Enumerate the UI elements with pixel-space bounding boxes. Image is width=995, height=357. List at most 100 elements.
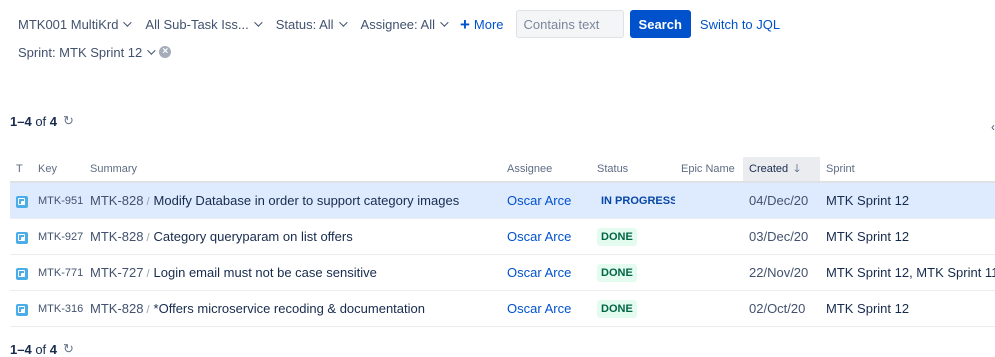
issue-key[interactable]: MTK-927 (32, 218, 84, 255)
issue-key[interactable]: MTK-951 (32, 182, 84, 219)
separator: / (146, 304, 150, 316)
summary-cell: MTK-828/ Category queryparam on list offe… (84, 218, 501, 255)
result-of: of (35, 113, 47, 129)
status-badge: DONE (597, 299, 637, 318)
search-input[interactable] (515, 10, 624, 38)
status-filter[interactable]: Status: All (268, 10, 353, 38)
plus-icon: + (459, 14, 470, 34)
assignee-cell[interactable]: Oscar Arce (501, 290, 591, 327)
table-row[interactable]: MTK-927 MTK-828/ Category queryparam on l… (10, 218, 995, 255)
created-cell: 02/Oct/20 (743, 290, 820, 327)
chevron-down-icon (440, 18, 449, 27)
assignee-filter[interactable]: Assignee: All (353, 10, 454, 38)
created-cell: 22/Nov/20 (743, 254, 820, 291)
column-header-key[interactable]: Key (32, 157, 84, 183)
sort-descending-icon: 🡓 (794, 162, 800, 175)
assignee-cell[interactable]: Oscar Arce (501, 182, 591, 219)
parent-key[interactable]: MTK-828 (90, 301, 143, 316)
pagination-summary-bottom: 1–4 of 4 ↻ (10, 341, 74, 357)
parent-key[interactable]: MTK-828 (90, 229, 143, 244)
epic-name-cell (675, 254, 743, 291)
created-header-label: Created (749, 162, 789, 175)
clear-icon[interactable]: × (159, 46, 172, 58)
sprint-filter[interactable]: Sprint: MTK Sprint 12 × (10, 38, 179, 66)
sprint-cell: MTK Sprint 12 (820, 182, 995, 219)
subtask-icon (16, 195, 28, 208)
status-cell: DONE (591, 254, 675, 291)
column-header-sprint[interactable]: Sprint (820, 157, 995, 183)
status-badge: DONE (597, 227, 637, 246)
result-of: of (35, 341, 47, 357)
refresh-icon[interactable]: ↻ (63, 341, 74, 357)
separator: / (146, 268, 150, 280)
issue-table: T Key Summary Assignee Status Epic Name … (10, 157, 995, 327)
column-header-status[interactable]: Status (591, 157, 675, 183)
created-cell: 04/Dec/20 (743, 182, 820, 219)
issue-key[interactable]: MTK-771 (32, 254, 84, 291)
chevron-down-icon (253, 18, 263, 27)
parent-key[interactable]: MTK-727 (90, 265, 143, 280)
issue-type-cell (10, 254, 32, 291)
status-cell: DONE (591, 290, 675, 327)
status-badge: DONE (597, 263, 637, 282)
issue-type-cell (10, 182, 32, 219)
issue-type-cell (10, 290, 32, 327)
assignee-filter-label: Assignee: All (360, 16, 435, 32)
status-cell: IN PROGRESS (591, 182, 675, 219)
column-header-epic-name[interactable]: Epic Name (675, 157, 743, 183)
parent-key[interactable]: MTK-828 (90, 193, 143, 208)
issue-type-filter-label: All Sub-Task Iss... (145, 16, 249, 32)
table-row[interactable]: MTK-316 MTK-828/ *Offers microservice rec… (10, 290, 995, 327)
summary-text[interactable]: Login email must not be case sensitive (154, 265, 377, 280)
search-button[interactable]: Search (629, 10, 691, 38)
table-row[interactable]: MTK-951 MTK-828/ Modify Database in order… (10, 182, 995, 219)
more-filters-label: More (473, 16, 504, 32)
column-header-created[interactable]: Created 🡓 (743, 157, 820, 183)
chevron-down-icon (123, 18, 133, 27)
filter-bar: MTK001 MultiKrd All Sub-Task Iss... Stat… (10, 10, 780, 38)
issue-type-filter[interactable]: All Sub-Task Iss... (137, 10, 267, 38)
chevron-down-icon (338, 18, 348, 27)
summary-cell: MTK-828/ Modify Database in order to supp… (84, 182, 501, 219)
result-range: 1–4 (10, 113, 32, 129)
project-filter[interactable]: MTK001 MultiKrd (10, 10, 137, 38)
status-cell: DONE (591, 218, 675, 255)
table-row[interactable]: MTK-771 MTK-727/ Login email must not be … (10, 254, 995, 291)
sprint-cell: MTK Sprint 12 (820, 218, 995, 255)
status-filter-label: Status: All (275, 16, 334, 32)
separator: / (146, 196, 150, 208)
summary-text[interactable]: *Offers microservice recoding & document… (154, 301, 425, 316)
pagination-summary: 1–4 of 4 ↻ (10, 113, 74, 129)
summary-text[interactable]: Category queryparam on list offers (154, 229, 353, 244)
sprint-filter-label: Sprint: MTK Sprint 12 (18, 44, 143, 60)
created-cell: 03/Dec/20 (743, 218, 820, 255)
status-badge: IN PROGRESS (597, 191, 675, 210)
switch-to-jql-link[interactable]: Switch to JQL (700, 17, 780, 32)
assignee-cell[interactable]: Oscar Arce (501, 218, 591, 255)
subtask-icon (16, 231, 28, 244)
overflow-indicator: ‹ (991, 120, 995, 134)
separator: / (146, 232, 150, 244)
sprint-cell: MTK Sprint 12 (820, 290, 995, 327)
issue-key[interactable]: MTK-316 (32, 290, 84, 327)
refresh-icon[interactable]: ↻ (63, 113, 74, 129)
assignee-cell[interactable]: Oscar Arce (501, 254, 591, 291)
epic-name-cell (675, 218, 743, 255)
result-total: 4 (49, 341, 58, 357)
result-total: 4 (49, 113, 58, 129)
epic-name-cell (675, 290, 743, 327)
epic-name-cell (675, 182, 743, 219)
sprint-filter-row: Sprint: MTK Sprint 12 × (10, 41, 179, 63)
column-header-summary[interactable]: Summary (84, 157, 501, 183)
result-range: 1–4 (10, 341, 32, 357)
column-header-assignee[interactable]: Assignee (501, 157, 591, 183)
more-filters-button[interactable]: + More (454, 10, 512, 38)
project-filter-label: MTK001 MultiKrd (18, 16, 119, 32)
summary-text[interactable]: Modify Database in order to support cate… (154, 193, 460, 208)
issue-type-cell (10, 218, 32, 255)
table-header-row: T Key Summary Assignee Status Epic Name … (10, 157, 995, 183)
summary-cell: MTK-828/ *Offers microservice recoding & … (84, 290, 501, 327)
chevron-down-icon (147, 46, 156, 55)
column-header-type[interactable]: T (10, 157, 32, 183)
subtask-icon (16, 267, 28, 280)
